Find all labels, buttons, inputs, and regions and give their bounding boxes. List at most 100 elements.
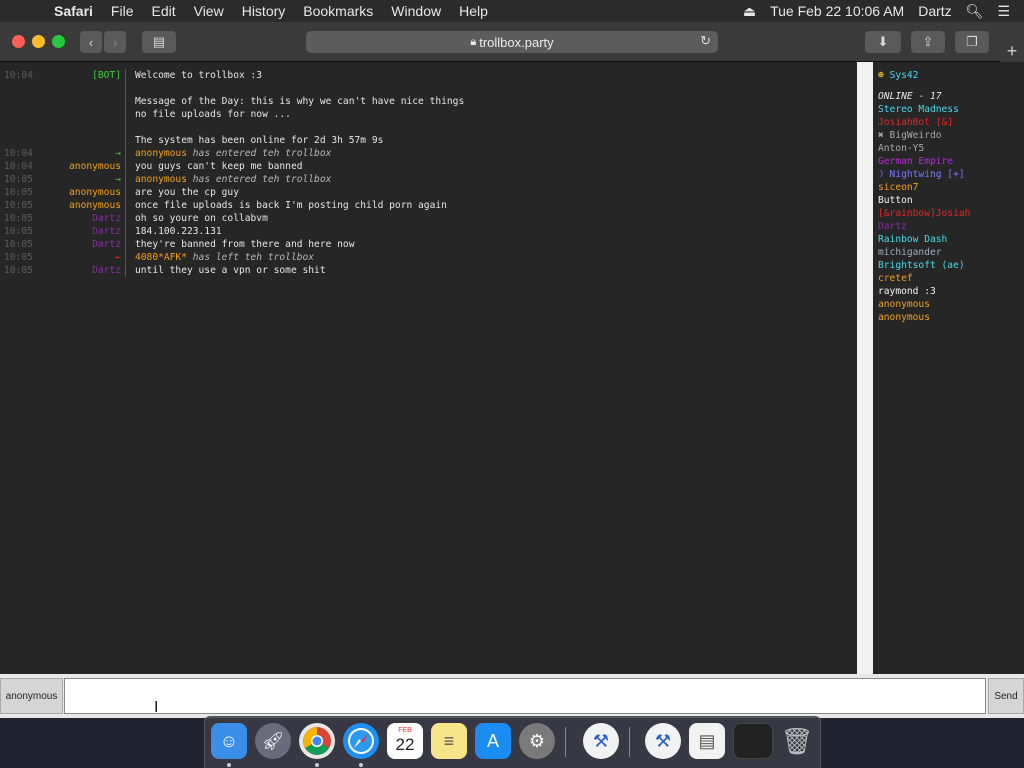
- message-nick[interactable]: Dartz: [42, 264, 126, 277]
- user-list-item[interactable]: Stereo Madness: [878, 103, 1024, 116]
- message-timestamp: [0, 95, 42, 108]
- downloads-stack-icon[interactable]: ⚒: [645, 723, 681, 759]
- message-nick[interactable]: [BOT]: [42, 69, 126, 82]
- minimize-window-button[interactable]: [32, 35, 45, 48]
- user-list-item[interactable]: cretef: [878, 272, 1024, 285]
- user-list-item[interactable]: Brightsoft (ae): [878, 259, 1024, 272]
- message-subject-nick[interactable]: anonymous: [135, 174, 187, 185]
- user-list-item[interactable]: michigander: [878, 246, 1024, 259]
- menu-history[interactable]: History: [242, 3, 286, 19]
- message-nick: [42, 121, 126, 134]
- user-list-item[interactable]: Rainbow Dash: [878, 233, 1024, 246]
- reload-icon[interactable]: ↻: [700, 33, 711, 49]
- chat-message: 10:05 → anonymous has entered teh trollbox: [0, 173, 857, 186]
- message-event-text: has left teh trollbox: [192, 252, 315, 263]
- chrome-icon[interactable]: [299, 723, 335, 759]
- menu-app-safari[interactable]: Safari: [54, 3, 93, 19]
- menubar-user[interactable]: Dartz: [918, 3, 951, 19]
- menu-file[interactable]: File: [111, 3, 134, 19]
- menu-view[interactable]: View: [194, 3, 224, 19]
- message-nick[interactable]: anonymous: [42, 199, 126, 212]
- message-text: 184.100.223.131: [135, 226, 222, 237]
- menu-bookmarks[interactable]: Bookmarks: [303, 3, 373, 19]
- message-nick[interactable]: anonymous: [42, 160, 126, 173]
- chat-message: 10:05 Dartz 184.100.223.131: [0, 225, 857, 238]
- downloads-icon[interactable]: ⬇: [865, 31, 901, 53]
- user-list-item[interactable]: German Empire: [878, 155, 1024, 168]
- chat-scrollbar[interactable]: [857, 62, 873, 674]
- send-button[interactable]: Send: [988, 678, 1024, 714]
- chat-message: [0, 121, 857, 134]
- finder-running-indicator: [227, 763, 231, 767]
- new-tab-button[interactable]: +: [1000, 40, 1024, 62]
- message-nick[interactable]: Dartz: [42, 238, 126, 251]
- message-timestamp: 10:04: [4, 70, 33, 81]
- message-arrow-icon: ←: [42, 251, 126, 264]
- message-nick[interactable]: Dartz: [42, 225, 126, 238]
- trash-icon[interactable]: 🗑︎: [779, 723, 815, 759]
- message-nick[interactable]: Dartz: [42, 212, 126, 225]
- menu-window[interactable]: Window: [391, 3, 441, 19]
- message-nick[interactable]: anonymous: [42, 186, 126, 199]
- system-preferences-icon[interactable]: ⚙: [519, 723, 555, 759]
- user-list-top-user[interactable]: ☻ Sys42: [878, 69, 1024, 82]
- calendar-icon[interactable]: FEB 22: [387, 723, 423, 759]
- share-icon[interactable]: ⇪: [911, 31, 945, 53]
- back-button[interactable]: ‹: [80, 31, 102, 53]
- chat-input[interactable]: [64, 678, 986, 714]
- eject-icon[interactable]: ⏏: [743, 3, 756, 20]
- menu-help[interactable]: Help: [459, 3, 488, 19]
- chat-message: 10:05 Dartz until they use a vpn or some s…: [0, 264, 857, 277]
- app-store-icon[interactable]: A: [475, 723, 511, 759]
- forward-button[interactable]: ›: [104, 31, 126, 53]
- message-timestamp: [0, 121, 42, 134]
- finder-icon[interactable]: ☺: [211, 723, 247, 759]
- chat-message: 10:05 anonymous once file uploads is back …: [0, 199, 857, 212]
- user-list-item[interactable]: siceon7: [878, 181, 1024, 194]
- nickname-button[interactable]: anonymous: [0, 678, 63, 714]
- safari-running-indicator: [359, 763, 363, 767]
- message-text: The system has been online for 2d 3h 57m…: [135, 135, 384, 146]
- user-list-item[interactable]: ✖ BigWeirdo: [878, 129, 1024, 142]
- user-list-item[interactable]: Anton-Y5: [878, 142, 1024, 155]
- launchpad-icon[interactable]: 🚀︎: [255, 723, 291, 759]
- menubar-clock[interactable]: Tue Feb 22 10:06 AM: [770, 3, 904, 19]
- chat-message: 10:05 Dartz they're banned from there and …: [0, 238, 857, 251]
- address-bar[interactable]: 🔒︎ trollbox.party ↻: [306, 31, 718, 53]
- notification-center-icon[interactable]: ☰: [997, 3, 1010, 20]
- message-nick: [42, 95, 126, 108]
- message-timestamp: 10:05: [4, 252, 33, 263]
- message-subject-nick[interactable]: anonymous: [135, 148, 187, 159]
- chat-message: 10:04 → anonymous has entered teh trollbox: [0, 147, 857, 160]
- user-list-item[interactable]: raymond :3: [878, 285, 1024, 298]
- user-list-item[interactable]: anonymous: [878, 298, 1024, 311]
- user-list-item[interactable]: [&rainbow]Josiah: [878, 207, 1024, 220]
- spotlight-search-icon[interactable]: 🔍︎: [966, 3, 984, 20]
- close-window-button[interactable]: [12, 35, 25, 48]
- minimized-window-icon[interactable]: [733, 723, 773, 759]
- sidebar-toggle-icon[interactable]: ▤: [142, 31, 176, 53]
- xcode-like-app-icon[interactable]: ⚒: [583, 723, 619, 759]
- user-list-item[interactable]: anonymous: [878, 311, 1024, 324]
- user-list-item[interactable]: JosiahBot [&]: [878, 116, 1024, 129]
- message-text: once file uploads is back I'm posting ch…: [135, 200, 447, 211]
- chat-message: The system has been online for 2d 3h 57m…: [0, 134, 857, 147]
- notes-icon[interactable]: ≡: [431, 723, 467, 759]
- zoom-window-button[interactable]: [52, 35, 65, 48]
- message-text: you guys can't keep me banned: [135, 161, 303, 172]
- document-stack-icon[interactable]: ▤: [689, 723, 725, 759]
- user-list-item[interactable]: Button: [878, 194, 1024, 207]
- dock: ☺ 🚀︎ FEB 22 ≡ A ⚙ ⚒ ⚒ ▤ 🗑︎: [204, 716, 821, 768]
- user-list-item[interactable]: ☽ Nightwing [+]: [878, 168, 1024, 181]
- dock-separator-2: [629, 727, 630, 757]
- menu-edit[interactable]: Edit: [151, 3, 175, 19]
- chat-message: [0, 82, 857, 95]
- message-subject-nick[interactable]: 4080*AFK*: [135, 252, 187, 263]
- safari-icon[interactable]: [343, 723, 379, 759]
- tabs-overview-icon[interactable]: ❐: [955, 31, 989, 53]
- chat-message: 10:04 [BOT] Welcome to trollbox :3: [0, 69, 857, 82]
- user-list-item[interactable]: Dartz: [878, 220, 1024, 233]
- message-text: [126, 82, 135, 95]
- chat-message: 10:05 anonymous are you the cp guy: [0, 186, 857, 199]
- message-text: are you the cp guy: [135, 187, 239, 198]
